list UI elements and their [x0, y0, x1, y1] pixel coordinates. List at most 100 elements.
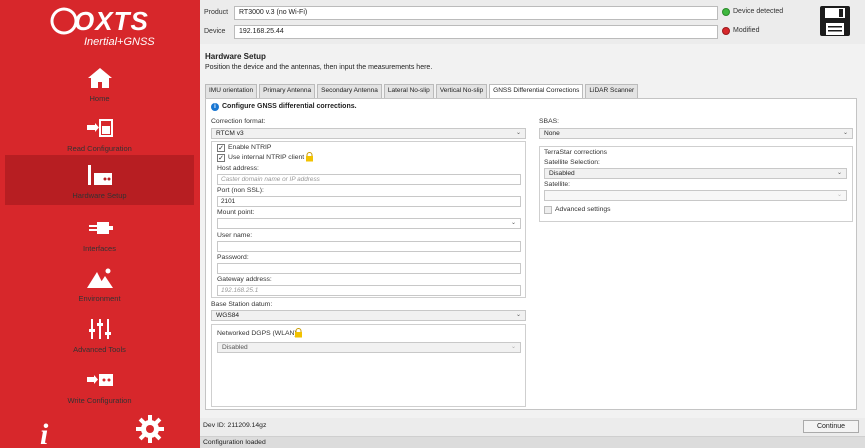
gateway-address-label: Gateway address: — [217, 276, 272, 283]
enable-ntrip-label: Enable NTRIP — [228, 144, 272, 151]
chevron-down-icon: ⌄ — [515, 312, 521, 318]
mount-point-combo[interactable]: ⌄ — [217, 218, 521, 229]
environment-icon — [87, 268, 113, 288]
info-icon: i — [211, 103, 219, 111]
sidebar-item-label: Home — [89, 94, 110, 103]
tab-lateral-no-slip[interactable]: Lateral No-slip — [383, 84, 434, 98]
sidebar: OXTS Inertial+GNSS Home Read Configurati… — [0, 0, 200, 448]
host-address-label: Host address: — [217, 165, 259, 172]
chevron-down-icon: ⌄ — [836, 192, 842, 198]
status-text: Configuration loaded — [203, 439, 266, 446]
sidebar-item-home[interactable]: Home — [5, 58, 194, 108]
password-label: Password: — [217, 254, 249, 261]
satellite-label: Satellite: — [544, 181, 571, 188]
sidebar-item-label: Interfaces — [83, 244, 116, 253]
brand-tagline: Inertial+GNSS — [84, 36, 155, 48]
user-name-label: User name: — [217, 232, 253, 239]
mount-point-label: Mount point: — [217, 209, 255, 216]
sidebar-item-environment[interactable]: Environment — [5, 258, 194, 308]
read-config-icon — [87, 119, 113, 137]
product-label: Product — [204, 9, 229, 16]
sidebar-item-read-configuration[interactable]: Read Configuration — [5, 108, 194, 158]
modified-indicator — [722, 27, 730, 35]
home-icon — [88, 68, 112, 88]
tab-lidar-scanner[interactable]: LiDAR Scanner — [585, 84, 639, 98]
tab-vertical-no-slip[interactable]: Vertical No-slip — [435, 84, 488, 98]
satellite-select[interactable]: ⌄ — [544, 190, 847, 201]
hardware-setup-icon — [88, 165, 112, 185]
brand-name: OXTS — [74, 6, 149, 36]
device-detected-status: Device detected — [733, 8, 784, 15]
lock-icon — [295, 328, 302, 338]
tab-imu-orientation[interactable]: IMU orientation — [205, 84, 258, 98]
device-label: Device — [204, 28, 226, 35]
chevron-down-icon: ⌄ — [510, 220, 516, 226]
networked-dgps-value: Disabled — [222, 344, 248, 351]
chevron-down-icon: ⌄ — [515, 130, 521, 136]
gnss-corrections-panel: i Configure GNSS differential corrections… — [205, 98, 857, 410]
status-bar: Configuration loaded — [200, 436, 865, 448]
enable-ntrip-checkbox[interactable]: ✓ — [217, 144, 225, 152]
port-label: Port (non SSL): — [217, 187, 264, 194]
page-title: Hardware Setup — [205, 52, 266, 61]
panel-heading: i Configure GNSS differential corrections… — [211, 103, 357, 111]
lock-icon — [306, 152, 313, 162]
product-field: RT3000 v.3 (no Wi-Fi) — [234, 6, 718, 20]
advanced-tools-icon — [89, 319, 111, 339]
networked-dgps-select[interactable]: Disabled ⌄ — [217, 342, 521, 353]
device-detected-indicator — [722, 8, 730, 16]
use-internal-ntrip-checkbox[interactable]: ✓ — [217, 154, 225, 162]
tab-secondary-antenna[interactable]: Secondary Antenna — [317, 84, 382, 98]
use-internal-ntrip-label: Use internal NTRIP client — [228, 154, 305, 161]
footer: Dev ID: 211209.14gz Continue Configurati… — [200, 418, 865, 448]
gateway-address-input[interactable]: 192.168.25.1 — [217, 285, 521, 296]
tab-primary-antenna[interactable]: Primary Antenna — [259, 84, 316, 98]
device-header: Product RT3000 v.3 (no Wi-Fi) Device 192… — [200, 0, 865, 44]
chevron-down-icon: ⌄ — [510, 344, 516, 350]
host-address-input[interactable]: Caster domain name or IP address — [217, 174, 521, 185]
device-field[interactable]: 192.168.25.44 — [234, 25, 718, 39]
base-station-datum-label: Base Station datum: — [211, 301, 273, 308]
sbas-value: None — [544, 130, 560, 137]
sidebar-item-label: Hardware Setup — [72, 191, 127, 200]
info-icon[interactable]: i — [40, 418, 48, 448]
sidebar-item-hardware-setup[interactable]: Hardware Setup — [5, 155, 194, 205]
base-station-datum-select[interactable]: WGS84 ⌄ — [211, 310, 526, 321]
continue-button[interactable]: Continue — [803, 420, 859, 433]
sidebar-item-label: Environment — [78, 294, 121, 303]
tab-gnss-differential-corrections[interactable]: GNSS Differential Corrections — [489, 84, 584, 98]
correction-format-value: RTCM v3 — [216, 130, 244, 137]
sidebar-item-label: Read Configuration — [67, 144, 132, 153]
sbas-select[interactable]: None ⌄ — [539, 128, 853, 139]
port-input[interactable]: 2101 — [217, 196, 521, 207]
sidebar-item-interfaces[interactable]: Interfaces — [5, 208, 194, 258]
tab-bar: IMU orientation Primary Antenna Secondar… — [205, 84, 640, 98]
sbas-label: SBAS: — [539, 118, 560, 125]
correction-format-label: Correction format: — [211, 118, 266, 125]
gear-icon[interactable] — [135, 414, 165, 444]
networked-dgps-label: Networked DGPS (WLAN) — [217, 330, 297, 337]
sidebar-item-advanced-tools[interactable]: Advanced Tools — [5, 309, 194, 359]
satellite-selection-select[interactable]: Disabled ⌄ — [544, 168, 847, 179]
page-subtitle: Position the device and the antennas, th… — [205, 64, 433, 71]
sidebar-item-label: Write Configuration — [67, 396, 132, 405]
write-config-icon — [87, 374, 113, 386]
base-station-datum-value: WGS84 — [216, 312, 240, 319]
user-name-input[interactable] — [217, 241, 521, 252]
chevron-down-icon: ⌄ — [836, 170, 842, 176]
oxts-logo: OXTS Inertial+GNSS — [50, 6, 162, 52]
password-input[interactable] — [217, 263, 521, 274]
advanced-settings-label: Advanced settings — [555, 206, 611, 213]
satellite-selection-label: Satellite Selection: — [544, 159, 600, 166]
interfaces-icon — [89, 222, 113, 234]
advanced-settings-checkbox[interactable] — [544, 206, 552, 214]
sidebar-item-write-configuration[interactable]: Write Configuration — [5, 360, 194, 410]
correction-format-select[interactable]: RTCM v3 ⌄ — [211, 128, 526, 139]
sidebar-item-label: Advanced Tools — [73, 345, 126, 354]
chevron-down-icon: ⌄ — [842, 130, 848, 136]
panel-heading-text: Configure GNSS differential corrections. — [222, 103, 357, 110]
dev-id: Dev ID: 211209.14gz — [203, 422, 267, 429]
terrastar-label: TerraStar corrections — [544, 149, 608, 156]
save-icon[interactable] — [818, 4, 852, 38]
modified-status: Modified — [733, 27, 760, 34]
